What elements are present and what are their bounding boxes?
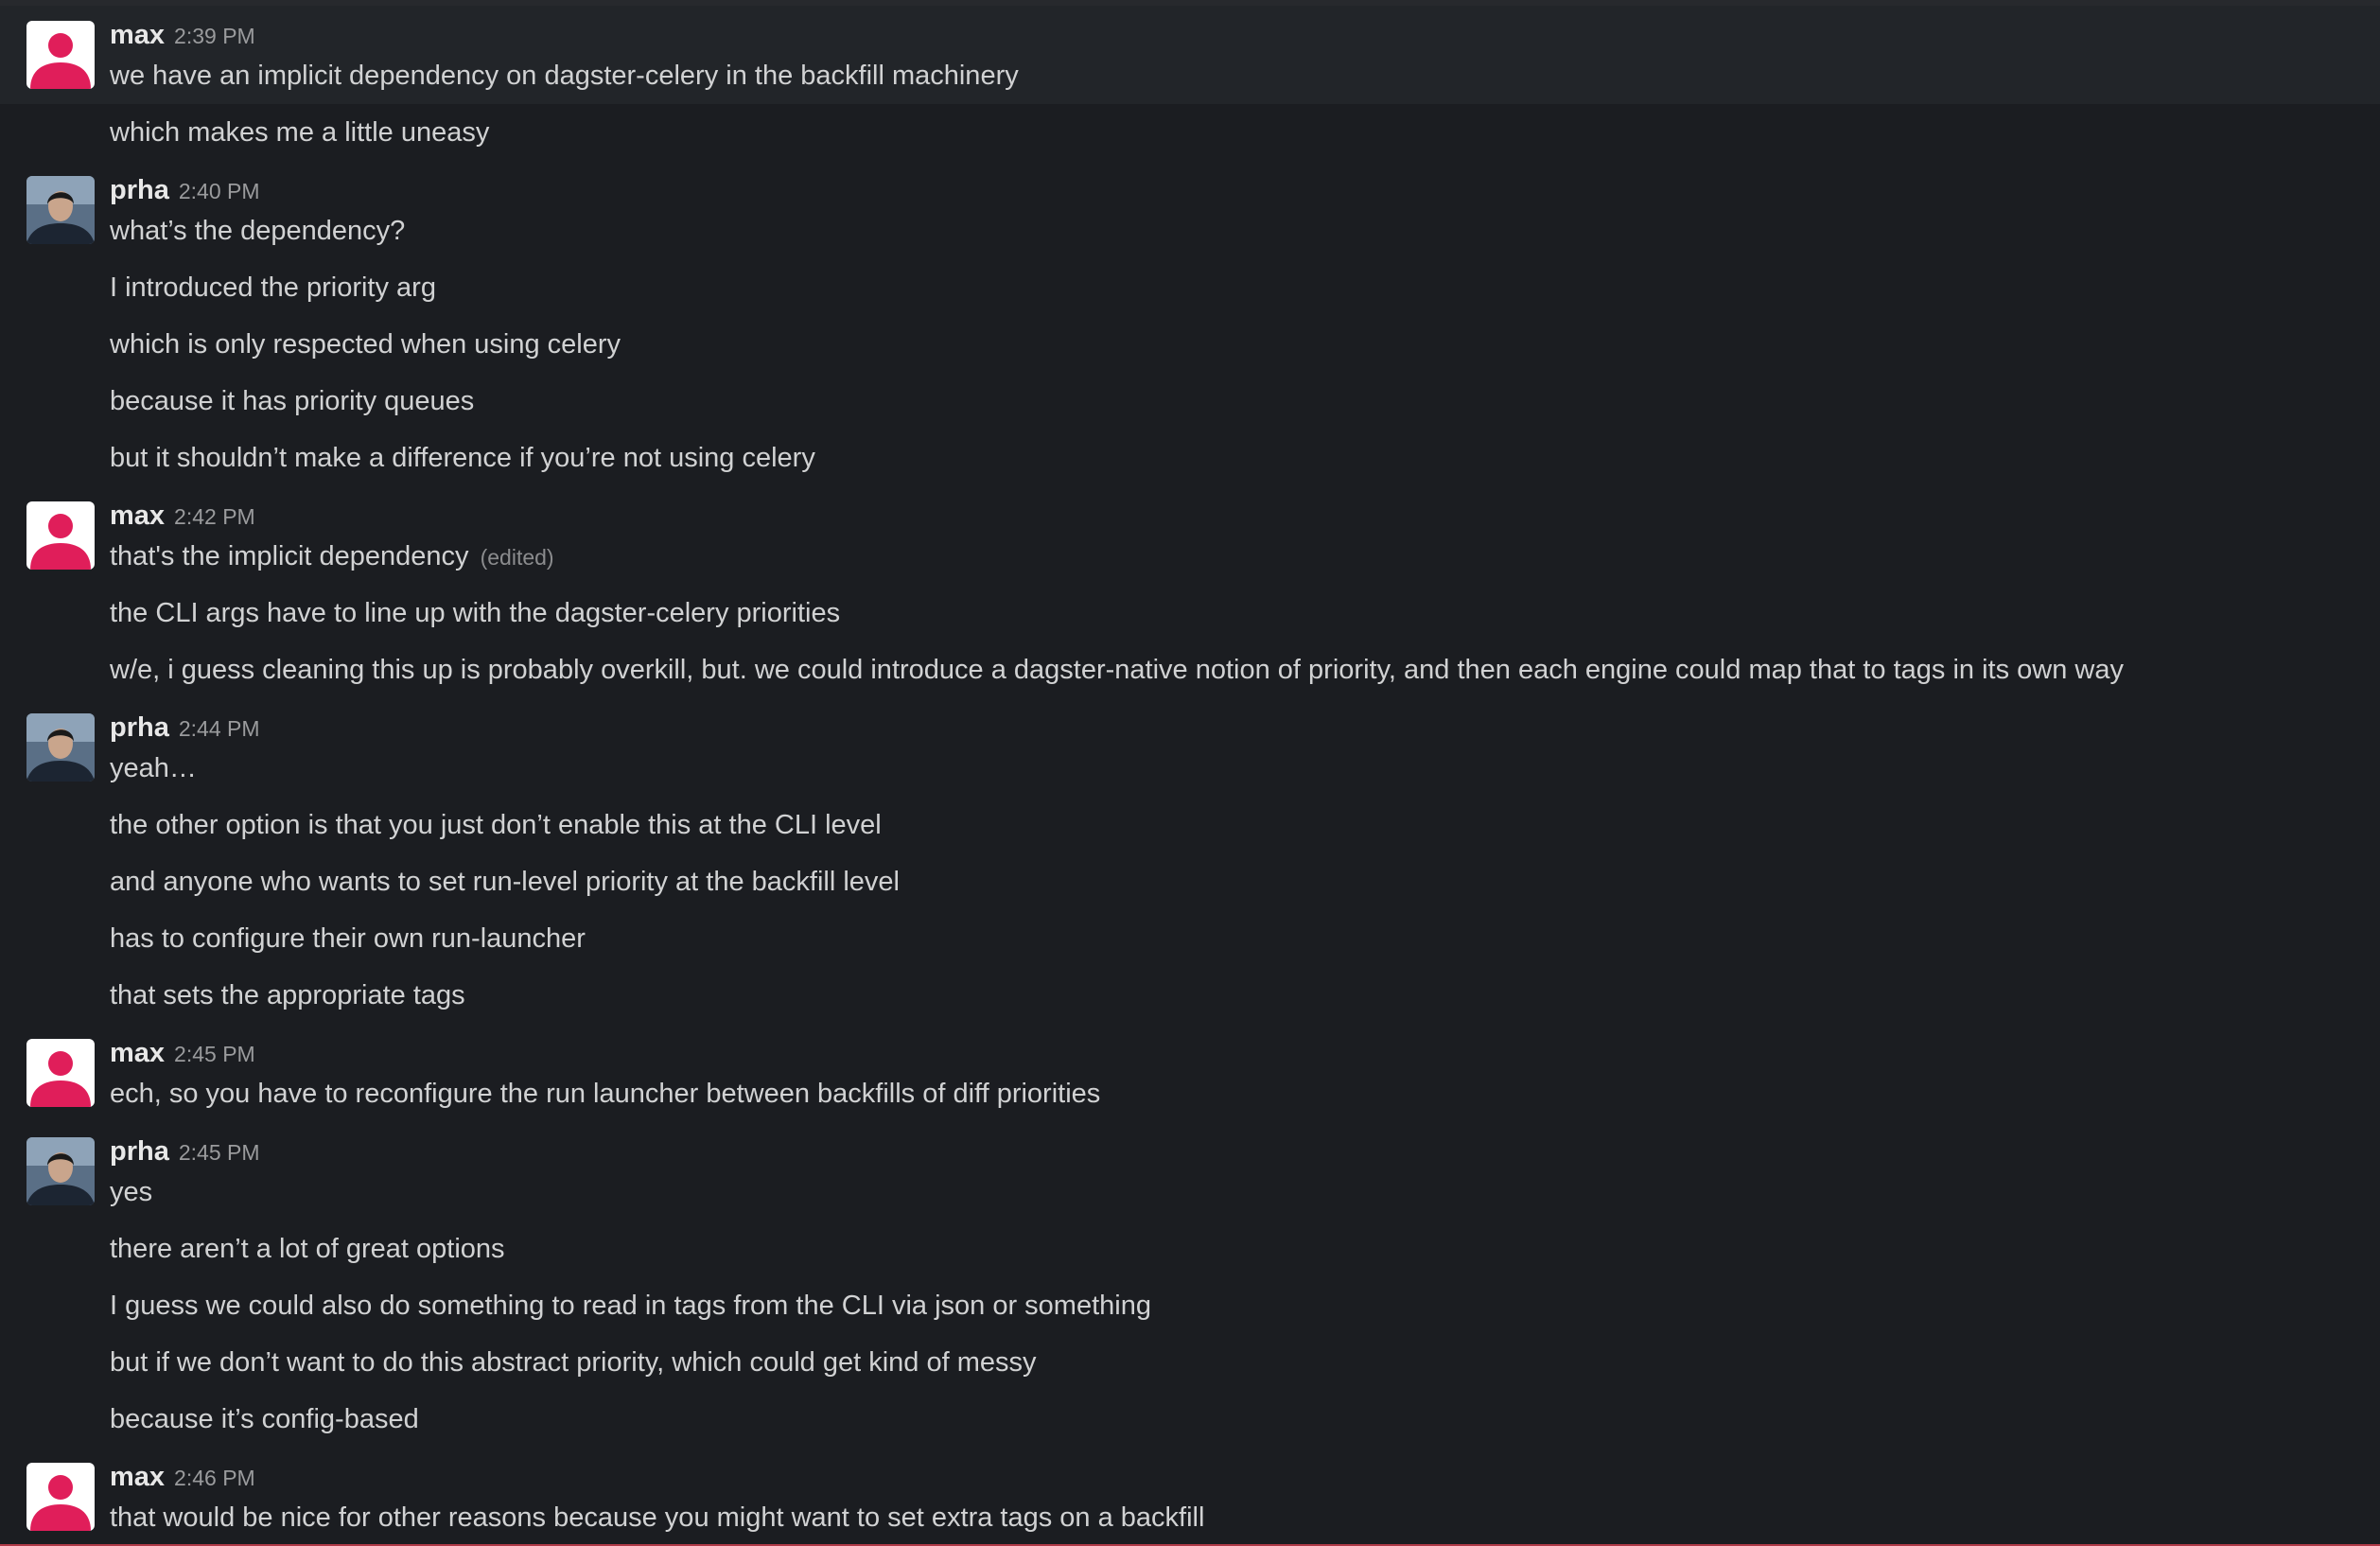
avatar[interactable] <box>26 176 95 244</box>
message-text-wrapper: that's the implicit dependency (edited) <box>110 539 554 574</box>
default-user-icon <box>30 1051 91 1107</box>
author-name[interactable]: prha <box>110 712 169 743</box>
message-text: yes <box>110 1177 153 1207</box>
avatar[interactable] <box>26 713 95 782</box>
timestamp[interactable]: 2:46 PM <box>174 1466 255 1490</box>
author-name[interactable]: max <box>110 1038 165 1068</box>
message-row[interactable]: which makes me a little uneasy <box>0 104 2380 161</box>
avatar[interactable] <box>26 1137 95 1205</box>
message-text: w/e, i guess cleaning this up is probabl… <box>110 655 2124 685</box>
message-row[interactable]: because it has priority queues <box>0 373 2380 430</box>
message-row[interactable]: which is only respected when using celer… <box>0 316 2380 373</box>
timestamp[interactable]: 2:40 PM <box>179 179 260 203</box>
timestamp[interactable]: 2:45 PM <box>179 1140 260 1165</box>
message-header: max 2:39 PM <box>110 19 255 51</box>
message-row[interactable]: but it shouldn’t make a difference if yo… <box>0 430 2380 486</box>
message-text: ech, so you have to reconfigure the run … <box>110 1079 1101 1109</box>
message-header: max 2:42 PM <box>110 500 255 532</box>
message-row[interactable]: I guess we could also do something to re… <box>0 1277 2380 1334</box>
message-text: the CLI args have to line up with the da… <box>110 598 841 628</box>
message-text: that sets the appropriate tags <box>110 980 465 1010</box>
timestamp[interactable]: 2:42 PM <box>174 504 255 529</box>
message-row[interactable]: prha 2:40 PM what’s the dependency? <box>0 161 2380 259</box>
message-row[interactable]: w/e, i guess cleaning this up is probabl… <box>0 641 2380 698</box>
message-text: because it’s config-based <box>110 1404 419 1434</box>
message-text: but if we don’t want to do this abstract… <box>110 1347 1037 1378</box>
message-group: max 2:42 PM that's the implicit dependenc… <box>0 486 2380 698</box>
message-row[interactable]: I introduced the priority arg <box>0 259 2380 316</box>
author-name[interactable]: prha <box>110 175 169 205</box>
message-row[interactable]: but if we don’t want to do this abstract… <box>0 1334 2380 1391</box>
timestamp[interactable]: 2:45 PM <box>174 1042 255 1066</box>
message-row[interactable]: prha 2:45 PM yes <box>0 1122 2380 1221</box>
message-row[interactable]: there aren’t a lot of great options <box>0 1221 2380 1277</box>
message-group: max 2:45 PM ech, so you have to reconfigu… <box>0 1024 2380 1122</box>
avatar[interactable] <box>26 1039 95 1107</box>
message-row[interactable]: the CLI args have to line up with the da… <box>0 585 2380 641</box>
timestamp[interactable]: 2:44 PM <box>179 716 260 741</box>
message-text: I guess we could also do something to re… <box>110 1291 1151 1321</box>
message-row[interactable]: prha 2:44 PM yeah… <box>0 698 2380 797</box>
message-group: prha 2:44 PM yeah… the other option is th… <box>0 698 2380 1024</box>
user-photo-icon <box>26 1137 95 1205</box>
message-text: that's the implicit dependency <box>110 541 469 571</box>
message-text: but it shouldn’t make a difference if yo… <box>110 443 815 473</box>
message-header: max 2:46 PM <box>110 1461 255 1493</box>
message-text: which makes me a little uneasy <box>110 117 490 148</box>
message-row[interactable]: and anyone who wants to set run-level pr… <box>0 853 2380 910</box>
message-row[interactable]: max 2:42 PM that's the implicit dependenc… <box>0 486 2380 585</box>
message-header: prha 2:40 PM <box>110 174 260 206</box>
message-text: yeah… <box>110 753 197 783</box>
message-row[interactable]: the other option is that you just don’t … <box>0 797 2380 853</box>
user-photo-icon <box>26 713 95 782</box>
message-row[interactable]: that sets the appropriate tags <box>0 967 2380 1024</box>
message-text: which is only respected when using celer… <box>110 329 621 360</box>
message-header: prha 2:45 PM <box>110 1135 260 1168</box>
message-feed: max 2:39 PM we have an implicit dependenc… <box>0 6 2380 1546</box>
default-user-icon <box>30 33 91 89</box>
message-text: has to configure their own run-launcher <box>110 923 586 954</box>
message-group: max 2:39 PM we have an implicit dependenc… <box>0 6 2380 161</box>
avatar[interactable] <box>26 501 95 570</box>
message-text: I introduced the priority arg <box>110 272 436 303</box>
avatar[interactable] <box>26 1463 95 1531</box>
message-group: prha 2:45 PM yes there aren’t a lot of gr… <box>0 1122 2380 1448</box>
message-row[interactable]: has to configure their own run-launcher <box>0 910 2380 967</box>
default-user-icon <box>30 514 91 570</box>
message-row[interactable]: max 2:46 PM that would be nice for other … <box>0 1448 2380 1546</box>
message-text: because it has priority queues <box>110 386 475 416</box>
timestamp[interactable]: 2:39 PM <box>174 24 255 48</box>
message-row[interactable]: because it’s config-based <box>0 1391 2380 1448</box>
message-text: there aren’t a lot of great options <box>110 1234 505 1264</box>
author-name[interactable]: max <box>110 20 165 50</box>
message-header: prha 2:44 PM <box>110 712 260 744</box>
message-group: prha 2:40 PM what’s the dependency? I int… <box>0 161 2380 486</box>
author-name[interactable]: max <box>110 501 165 531</box>
author-name[interactable]: max <box>110 1462 165 1492</box>
message-text: and anyone who wants to set run-level pr… <box>110 867 900 897</box>
message-row[interactable]: max 2:39 PM we have an implicit dependenc… <box>0 6 2380 104</box>
message-header: max 2:45 PM <box>110 1037 255 1069</box>
default-user-icon <box>30 1475 91 1531</box>
message-group: max 2:46 PM that would be nice for other … <box>0 1448 2380 1546</box>
message-text: that would be nice for other reasons bec… <box>110 1502 1205 1533</box>
message-row[interactable]: max 2:45 PM ech, so you have to reconfigu… <box>0 1024 2380 1122</box>
avatar[interactable] <box>26 21 95 89</box>
edited-label: (edited) <box>480 545 554 570</box>
message-text: we have an implicit dependency on dagste… <box>110 61 1019 91</box>
author-name[interactable]: prha <box>110 1136 169 1167</box>
message-text: what’s the dependency? <box>110 216 406 246</box>
user-photo-icon <box>26 176 95 244</box>
message-text: the other option is that you just don’t … <box>110 810 882 840</box>
